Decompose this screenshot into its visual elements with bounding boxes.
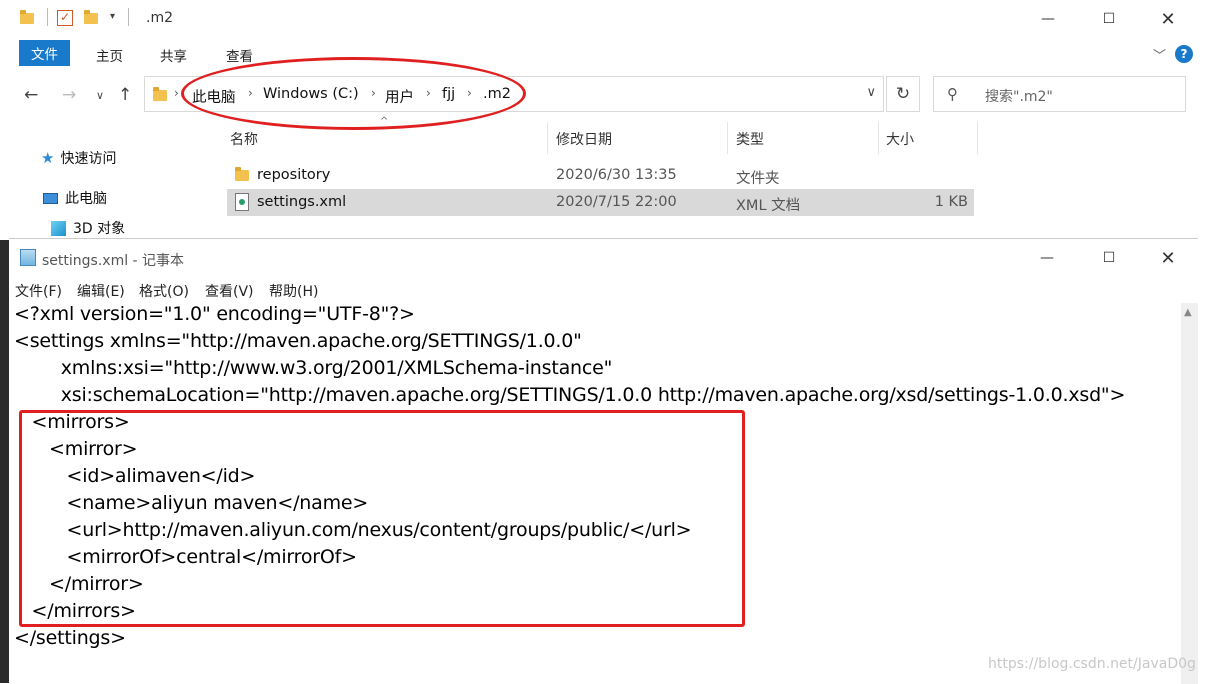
file-list: ^ 名称 修改日期 类型 大小 repository 2020/6/30 13:…: [220, 116, 1207, 240]
menu-bar: 文件(F) 编辑(E) 格式(O) 查看(V) 帮助(H): [15, 281, 415, 301]
file-type: XML 文档: [736, 198, 801, 214]
column-header-size[interactable]: 大小: [886, 129, 914, 149]
maximize-button[interactable]: ☐: [1086, 0, 1132, 38]
refresh-button[interactable]: ↻: [886, 76, 920, 112]
window-title: .m2: [146, 10, 173, 26]
file-modified: 2020/6/30 13:35: [556, 167, 677, 183]
address-dropdown-icon[interactable]: ∨: [866, 85, 876, 100]
notepad-icon: [20, 249, 36, 266]
file-name: repository: [257, 167, 331, 183]
breadcrumb-separator[interactable]: ›: [174, 86, 179, 100]
code-line: <settings xmlns="http://maven.apache.org…: [14, 330, 582, 352]
annotation-rectangle: [19, 410, 745, 627]
column-header-name[interactable]: 名称: [230, 129, 258, 149]
notepad-window: settings.xml - 记事本 — ☐ ✕ 文件(F) 编辑(E) 格式(…: [9, 238, 1198, 684]
column-divider[interactable]: [977, 122, 978, 154]
menu-file[interactable]: 文件(F): [15, 281, 62, 301]
column-divider[interactable]: [547, 122, 548, 154]
back-arrow-icon[interactable]: ←: [24, 85, 38, 105]
minimize-button[interactable]: —: [1024, 239, 1070, 277]
cube-icon: [51, 220, 66, 236]
expand-ribbon-icon[interactable]: ﹀: [1153, 45, 1166, 64]
tab-file[interactable]: 文件: [19, 40, 70, 66]
explorer-titlebar: ✓ ▾ .m2 — ☐ ✕: [9, 0, 1207, 38]
watermark: https://blog.csdn.net/JavaD0g: [988, 656, 1196, 672]
sidebar-item-label: 3D 对象: [73, 221, 126, 237]
tab-home[interactable]: 主页: [96, 45, 123, 65]
divider: [128, 8, 129, 26]
sort-ascending-icon: ^: [380, 116, 389, 127]
divider: [47, 8, 48, 26]
file-modified: 2020/7/15 22:00: [556, 194, 677, 210]
recent-locations-icon[interactable]: ∨: [96, 89, 104, 102]
file-type: 文件夹: [736, 171, 780, 187]
column-header-type[interactable]: 类型: [736, 129, 764, 149]
up-arrow-icon[interactable]: ↑: [118, 85, 132, 105]
code-line: xsi:schemaLocation="http://maven.apache.…: [14, 384, 1126, 406]
xml-file-icon: [235, 193, 249, 211]
search-icon: ⚲: [947, 85, 958, 103]
menu-edit[interactable]: 编辑(E): [77, 281, 125, 301]
star-icon: ★: [41, 149, 55, 167]
column-divider[interactable]: [878, 122, 879, 154]
forward-arrow-icon[interactable]: →: [62, 85, 76, 105]
quick-access-dropdown-icon[interactable]: ▾: [110, 11, 115, 22]
vertical-scrollbar[interactable]: ▲: [1181, 303, 1198, 684]
column-header-modified[interactable]: 修改日期: [556, 129, 612, 149]
sidebar-item-label: 此电脑: [65, 191, 107, 207]
window-title: settings.xml - 记事本: [42, 253, 185, 269]
file-explorer-window: ✓ ▾ .m2 — ☐ ✕ 文件 主页 共享 查看 ﹀ ? ← → ∨ ↑ › …: [0, 0, 1207, 240]
search-placeholder: 搜索".m2": [985, 89, 1053, 105]
file-row-settings-xml[interactable]: settings.xml 2020/7/15 22:00 XML 文档 1 KB: [227, 189, 974, 216]
code-line: <?xml version="1.0" encoding="UTF-8"?>: [14, 303, 415, 325]
sidebar-item-this-pc[interactable]: 此电脑: [43, 188, 107, 208]
close-button[interactable]: ✕: [1145, 239, 1191, 277]
code-line: </settings>: [14, 627, 126, 649]
search-box[interactable]: ⚲ 搜索".m2": [933, 76, 1186, 112]
file-row-repository[interactable]: repository 2020/6/30 13:35 文件夹: [227, 162, 974, 189]
tab-view[interactable]: 查看: [226, 45, 253, 65]
column-divider[interactable]: [727, 122, 728, 154]
navigation-pane: ★ 快速访问 此电脑 3D 对象: [9, 120, 210, 240]
minimize-button[interactable]: —: [1025, 0, 1071, 38]
properties-icon[interactable]: ✓: [57, 10, 73, 26]
close-button[interactable]: ✕: [1145, 0, 1191, 38]
file-size: 1 KB: [934, 194, 968, 210]
help-icon[interactable]: ?: [1175, 45, 1193, 63]
menu-format[interactable]: 格式(O): [139, 281, 189, 301]
ribbon-tabs: 文件 主页 共享 查看 ﹀ ?: [9, 38, 1207, 68]
scroll-up-icon[interactable]: ▲: [1184, 307, 1192, 318]
code-line: xmlns:xsi="http://www.w3.org/2001/XMLSch…: [14, 357, 613, 379]
menu-help[interactable]: 帮助(H): [269, 281, 318, 301]
tab-share[interactable]: 共享: [160, 45, 187, 65]
computer-icon: [43, 192, 58, 204]
sidebar-item-3d-objects[interactable]: 3D 对象: [51, 218, 125, 238]
sidebar-item-quick-access[interactable]: ★ 快速访问: [41, 148, 116, 168]
sidebar-item-label: 快速访问: [60, 151, 117, 167]
file-name: settings.xml: [257, 194, 347, 210]
maximize-button[interactable]: ☐: [1086, 239, 1132, 277]
menu-view[interactable]: 查看(V): [205, 281, 254, 301]
